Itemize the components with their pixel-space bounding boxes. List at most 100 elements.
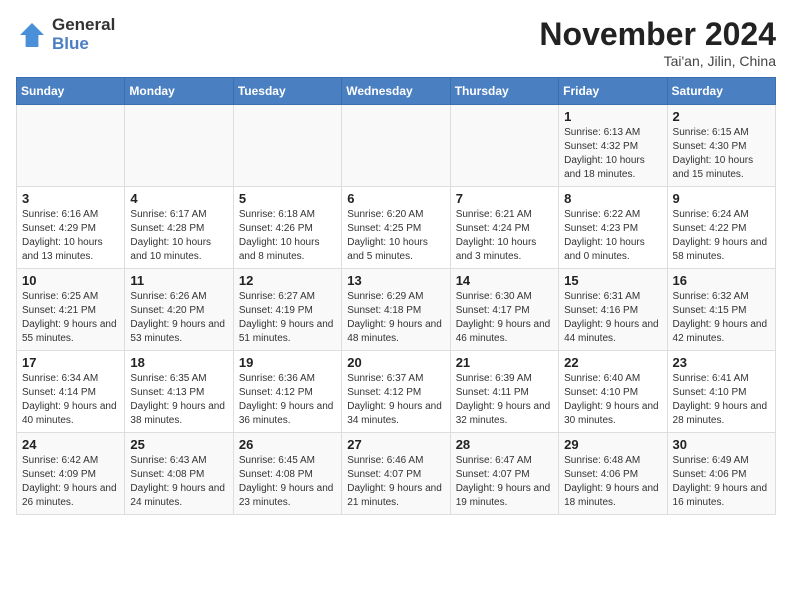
day-cell: 10 Sunrise: 6:25 AMSunset: 4:21 PMDaylig…: [17, 269, 125, 351]
day-number: 1: [564, 109, 661, 124]
day-number: 28: [456, 437, 553, 452]
day-info: Sunrise: 6:21 AMSunset: 4:24 PMDaylight:…: [456, 208, 553, 264]
day-info: Sunrise: 6:35 AMSunset: 4:13 PMDaylight:…: [130, 372, 227, 428]
week-row-2: 3 Sunrise: 6:16 AMSunset: 4:29 PMDayligh…: [17, 187, 776, 269]
day-number: 7: [456, 191, 553, 206]
day-info: Sunrise: 6:45 AMSunset: 4:08 PMDaylight:…: [239, 454, 336, 510]
day-cell: 20 Sunrise: 6:37 AMSunset: 4:12 PMDaylig…: [342, 351, 450, 433]
day-cell: 4 Sunrise: 6:17 AMSunset: 4:28 PMDayligh…: [125, 187, 233, 269]
month-title: November 2024: [539, 16, 776, 53]
header-saturday: Saturday: [667, 78, 775, 105]
day-info: Sunrise: 6:29 AMSunset: 4:18 PMDaylight:…: [347, 290, 444, 346]
day-info: Sunrise: 6:24 AMSunset: 4:22 PMDaylight:…: [673, 208, 770, 264]
header-sunday: Sunday: [17, 78, 125, 105]
day-cell: 13 Sunrise: 6:29 AMSunset: 4:18 PMDaylig…: [342, 269, 450, 351]
location: Tai'an, Jilin, China: [539, 53, 776, 69]
day-info: Sunrise: 6:39 AMSunset: 4:11 PMDaylight:…: [456, 372, 553, 428]
day-info: Sunrise: 6:42 AMSunset: 4:09 PMDaylight:…: [22, 454, 119, 510]
day-cell: 11 Sunrise: 6:26 AMSunset: 4:20 PMDaylig…: [125, 269, 233, 351]
day-number: 24: [22, 437, 119, 452]
day-info: Sunrise: 6:34 AMSunset: 4:14 PMDaylight:…: [22, 372, 119, 428]
day-number: 3: [22, 191, 119, 206]
day-cell: 2 Sunrise: 6:15 AMSunset: 4:30 PMDayligh…: [667, 105, 775, 187]
day-info: Sunrise: 6:31 AMSunset: 4:16 PMDaylight:…: [564, 290, 661, 346]
day-number: 30: [673, 437, 770, 452]
day-info: Sunrise: 6:47 AMSunset: 4:07 PMDaylight:…: [456, 454, 553, 510]
day-cell: 1 Sunrise: 6:13 AMSunset: 4:32 PMDayligh…: [559, 105, 667, 187]
day-cell: 30 Sunrise: 6:49 AMSunset: 4:06 PMDaylig…: [667, 433, 775, 515]
day-cell: 12 Sunrise: 6:27 AMSunset: 4:19 PMDaylig…: [233, 269, 341, 351]
day-info: Sunrise: 6:20 AMSunset: 4:25 PMDaylight:…: [347, 208, 444, 264]
day-number: 10: [22, 273, 119, 288]
day-number: 22: [564, 355, 661, 370]
day-number: 8: [564, 191, 661, 206]
day-cell: [125, 105, 233, 187]
day-cell: 3 Sunrise: 6:16 AMSunset: 4:29 PMDayligh…: [17, 187, 125, 269]
day-info: Sunrise: 6:22 AMSunset: 4:23 PMDaylight:…: [564, 208, 661, 264]
day-cell: 17 Sunrise: 6:34 AMSunset: 4:14 PMDaylig…: [17, 351, 125, 433]
day-cell: 22 Sunrise: 6:40 AMSunset: 4:10 PMDaylig…: [559, 351, 667, 433]
day-info: Sunrise: 6:30 AMSunset: 4:17 PMDaylight:…: [456, 290, 553, 346]
day-cell: 29 Sunrise: 6:48 AMSunset: 4:06 PMDaylig…: [559, 433, 667, 515]
day-cell: 19 Sunrise: 6:36 AMSunset: 4:12 PMDaylig…: [233, 351, 341, 433]
day-info: Sunrise: 6:41 AMSunset: 4:10 PMDaylight:…: [673, 372, 770, 428]
day-number: 15: [564, 273, 661, 288]
day-cell: 18 Sunrise: 6:35 AMSunset: 4:13 PMDaylig…: [125, 351, 233, 433]
header-friday: Friday: [559, 78, 667, 105]
logo-text: General Blue: [52, 16, 115, 53]
day-info: Sunrise: 6:27 AMSunset: 4:19 PMDaylight:…: [239, 290, 336, 346]
day-number: 20: [347, 355, 444, 370]
header-monday: Monday: [125, 78, 233, 105]
logo: General Blue: [16, 16, 115, 53]
day-number: 21: [456, 355, 553, 370]
day-info: Sunrise: 6:40 AMSunset: 4:10 PMDaylight:…: [564, 372, 661, 428]
day-cell: [233, 105, 341, 187]
day-info: Sunrise: 6:37 AMSunset: 4:12 PMDaylight:…: [347, 372, 444, 428]
day-cell: [450, 105, 558, 187]
day-info: Sunrise: 6:15 AMSunset: 4:30 PMDaylight:…: [673, 126, 770, 182]
week-row-3: 10 Sunrise: 6:25 AMSunset: 4:21 PMDaylig…: [17, 269, 776, 351]
day-info: Sunrise: 6:43 AMSunset: 4:08 PMDaylight:…: [130, 454, 227, 510]
header-tuesday: Tuesday: [233, 78, 341, 105]
week-row-4: 17 Sunrise: 6:34 AMSunset: 4:14 PMDaylig…: [17, 351, 776, 433]
day-number: 29: [564, 437, 661, 452]
week-row-1: 1 Sunrise: 6:13 AMSunset: 4:32 PMDayligh…: [17, 105, 776, 187]
day-cell: 23 Sunrise: 6:41 AMSunset: 4:10 PMDaylig…: [667, 351, 775, 433]
day-cell: 26 Sunrise: 6:45 AMSunset: 4:08 PMDaylig…: [233, 433, 341, 515]
day-info: Sunrise: 6:18 AMSunset: 4:26 PMDaylight:…: [239, 208, 336, 264]
day-number: 11: [130, 273, 227, 288]
header-wednesday: Wednesday: [342, 78, 450, 105]
day-cell: 27 Sunrise: 6:46 AMSunset: 4:07 PMDaylig…: [342, 433, 450, 515]
day-number: 9: [673, 191, 770, 206]
day-number: 26: [239, 437, 336, 452]
day-cell: 8 Sunrise: 6:22 AMSunset: 4:23 PMDayligh…: [559, 187, 667, 269]
day-info: Sunrise: 6:36 AMSunset: 4:12 PMDaylight:…: [239, 372, 336, 428]
page-header: General Blue November 2024 Tai'an, Jilin…: [16, 16, 776, 69]
day-cell: 21 Sunrise: 6:39 AMSunset: 4:11 PMDaylig…: [450, 351, 558, 433]
day-cell: 25 Sunrise: 6:43 AMSunset: 4:08 PMDaylig…: [125, 433, 233, 515]
header-thursday: Thursday: [450, 78, 558, 105]
day-cell: 5 Sunrise: 6:18 AMSunset: 4:26 PMDayligh…: [233, 187, 341, 269]
day-info: Sunrise: 6:17 AMSunset: 4:28 PMDaylight:…: [130, 208, 227, 264]
day-number: 4: [130, 191, 227, 206]
logo-blue: Blue: [52, 35, 115, 54]
day-cell: 15 Sunrise: 6:31 AMSunset: 4:16 PMDaylig…: [559, 269, 667, 351]
day-cell: 16 Sunrise: 6:32 AMSunset: 4:15 PMDaylig…: [667, 269, 775, 351]
day-number: 2: [673, 109, 770, 124]
day-cell: 9 Sunrise: 6:24 AMSunset: 4:22 PMDayligh…: [667, 187, 775, 269]
calendar-table: SundayMondayTuesdayWednesdayThursdayFrid…: [16, 77, 776, 515]
day-info: Sunrise: 6:32 AMSunset: 4:15 PMDaylight:…: [673, 290, 770, 346]
day-number: 25: [130, 437, 227, 452]
logo-icon: [16, 19, 48, 51]
day-number: 12: [239, 273, 336, 288]
title-block: November 2024 Tai'an, Jilin, China: [539, 16, 776, 69]
day-info: Sunrise: 6:48 AMSunset: 4:06 PMDaylight:…: [564, 454, 661, 510]
day-number: 27: [347, 437, 444, 452]
day-number: 16: [673, 273, 770, 288]
day-info: Sunrise: 6:16 AMSunset: 4:29 PMDaylight:…: [22, 208, 119, 264]
day-info: Sunrise: 6:25 AMSunset: 4:21 PMDaylight:…: [22, 290, 119, 346]
day-number: 14: [456, 273, 553, 288]
day-cell: 28 Sunrise: 6:47 AMSunset: 4:07 PMDaylig…: [450, 433, 558, 515]
logo-general: General: [52, 16, 115, 35]
day-number: 13: [347, 273, 444, 288]
